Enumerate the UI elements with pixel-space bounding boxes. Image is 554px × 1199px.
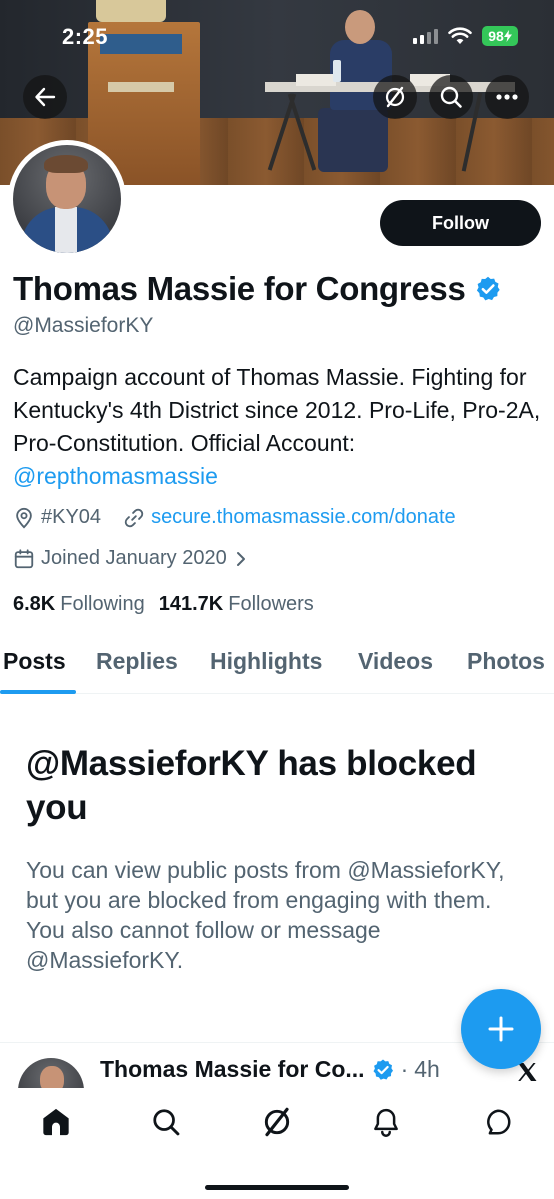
tweet-separator-dot: ·	[400, 1056, 409, 1082]
nav-home-button[interactable]	[36, 1102, 76, 1142]
followers-count: 141.7K	[158, 593, 224, 615]
status-icons: 98	[413, 26, 518, 46]
blocked-description: You can view public posts from @Massiefo…	[26, 857, 505, 973]
banner-speaker	[96, 0, 166, 22]
following-stat[interactable]: 6.8K Following	[13, 593, 145, 616]
display-name-row: Thomas Massie for Congress	[13, 270, 502, 308]
display-name: Thomas Massie for Congress	[13, 270, 466, 307]
follow-stats: 6.8K Following 141.7K Followers	[13, 593, 328, 616]
tweet-header[interactable]: Thomas Massie for Co... · 4h	[100, 1056, 440, 1083]
status-time: 2:25	[62, 24, 109, 49]
location-pin-icon	[16, 507, 32, 528]
grok-button[interactable]	[373, 75, 417, 119]
following-count: 6.8K	[13, 593, 56, 615]
battery-level: 98	[488, 28, 504, 44]
follow-button[interactable]: Follow	[380, 200, 541, 246]
profile-avatar[interactable]	[8, 140, 126, 258]
followers-label: Followers	[228, 593, 314, 615]
verified-badge-icon[interactable]	[474, 275, 502, 303]
banner-man-head	[345, 10, 375, 44]
wifi-icon	[448, 27, 472, 44]
avatar-hair	[44, 155, 88, 173]
arrow-left-icon	[35, 87, 56, 107]
profile-tabs: Posts Replies Highlights Videos Photos	[0, 640, 554, 694]
nav-grok-button[interactable]	[257, 1102, 297, 1142]
website-item[interactable]: secure.thomasmassie.com/donate	[123, 506, 456, 529]
back-button[interactable]	[23, 75, 67, 119]
plus-icon	[488, 1016, 514, 1042]
followers-stat[interactable]: 141.7K Followers	[159, 593, 314, 616]
verified-badge-icon	[373, 1059, 393, 1080]
following-label: Following	[60, 593, 145, 615]
tab-photos[interactable]: Photos	[467, 648, 545, 675]
bottom-navigation	[0, 1088, 554, 1199]
tweet-author-name: Thomas Massie for Co...	[100, 1056, 365, 1082]
bio-text: Campaign account of Thomas Massie. Fight…	[13, 364, 541, 456]
banner-nameplate	[296, 74, 336, 86]
blocked-title: @MassieforKY has blocked you	[26, 744, 477, 827]
search-button[interactable]	[429, 75, 473, 119]
joined-text: Joined January 2020	[41, 547, 227, 569]
bell-icon	[374, 1108, 398, 1137]
nav-messages-button[interactable]	[478, 1102, 518, 1142]
chat-bubble-icon	[487, 1109, 511, 1135]
search-icon	[153, 1109, 180, 1136]
chevron-right-icon	[236, 551, 245, 566]
tab-replies[interactable]: Replies	[96, 648, 178, 675]
battery-indicator: 98	[482, 26, 518, 46]
more-button[interactable]	[485, 75, 529, 119]
home-indicator	[205, 1185, 349, 1190]
location-item: #KY04	[13, 506, 101, 529]
banner-podium-sign	[100, 34, 182, 54]
link-icon	[124, 508, 144, 527]
tab-posts[interactable]: Posts	[3, 648, 66, 675]
grok-slash-icon	[264, 1107, 290, 1137]
banner-bottle	[333, 60, 341, 82]
bio-mention-link[interactable]: @repthomasmassie	[13, 463, 218, 489]
tab-videos[interactable]: Videos	[358, 648, 433, 675]
location-text: #KY04	[41, 506, 102, 528]
nav-search-button[interactable]	[146, 1102, 186, 1142]
charging-bolt-icon	[503, 30, 512, 42]
avatar-shirt	[55, 207, 77, 253]
search-icon	[440, 86, 462, 108]
nav-notifications-button[interactable]	[366, 1102, 406, 1142]
cellular-signal-icon	[413, 28, 438, 44]
tab-highlights[interactable]: Highlights	[210, 648, 322, 675]
banner-podium-plate	[108, 82, 174, 92]
avatar-photo	[13, 145, 121, 253]
more-dots-icon	[496, 94, 518, 100]
profile-bio: Campaign account of Thomas Massie. Fight…	[13, 361, 549, 493]
banner-man-legs	[318, 108, 388, 172]
joined-row[interactable]: Joined January 2020	[13, 547, 249, 570]
calendar-icon	[14, 548, 34, 568]
grok-slash-icon	[385, 86, 405, 108]
active-tab-indicator	[0, 690, 76, 694]
compose-post-button[interactable]	[461, 989, 541, 1069]
profile-handle: @MassieforKY	[13, 314, 154, 337]
tweet-time: 4h	[414, 1056, 440, 1082]
website-link[interactable]: secure.thomasmassie.com/donate	[151, 506, 456, 529]
home-icon	[43, 1108, 69, 1136]
profile-meta-row: #KY04 secure.thomasmassie.com/donate	[13, 506, 478, 529]
